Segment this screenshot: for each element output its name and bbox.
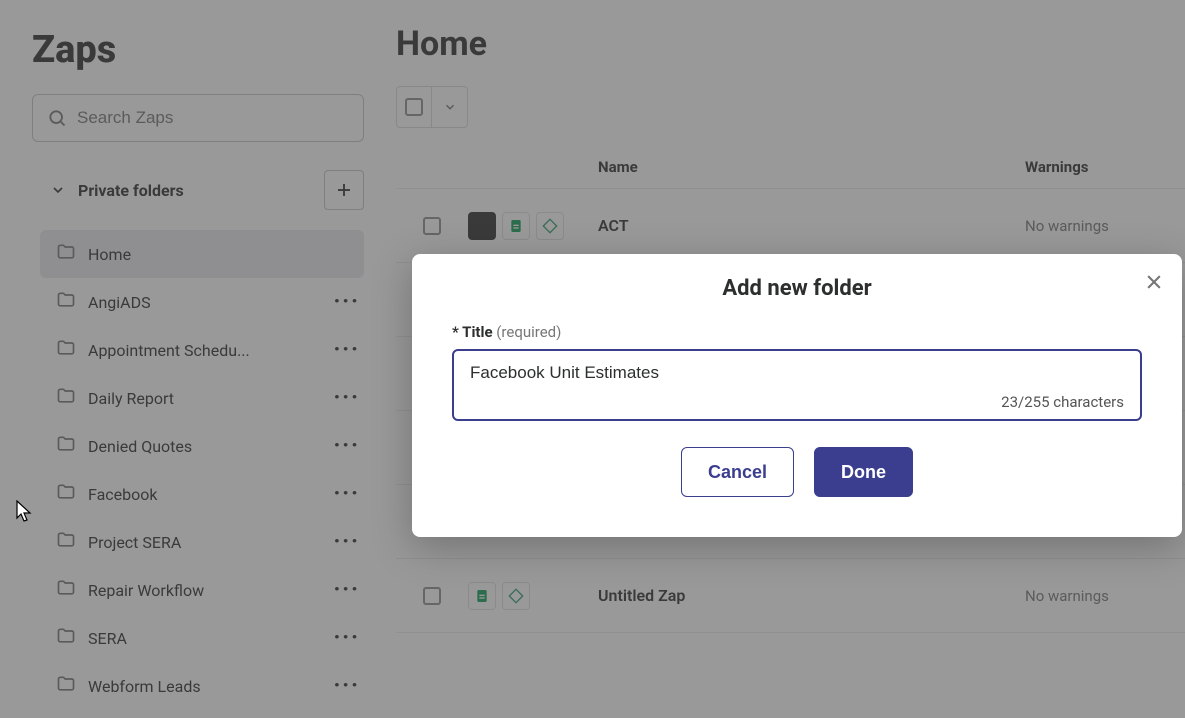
add-folder-modal: Add new folder * Title (required) 23/255… xyxy=(412,254,1182,537)
title-field-wrap[interactable]: 23/255 characters xyxy=(452,349,1142,421)
modal-title: Add new folder xyxy=(452,276,1142,301)
character-count: 23/255 characters xyxy=(470,393,1124,411)
close-icon xyxy=(1144,272,1164,292)
modal-actions: Cancel Done xyxy=(452,447,1142,497)
close-button[interactable] xyxy=(1144,268,1164,299)
cancel-button[interactable]: Cancel xyxy=(681,447,794,497)
field-label: * Title (required) xyxy=(452,323,1142,341)
done-button[interactable]: Done xyxy=(814,447,913,497)
modal-overlay: Add new folder * Title (required) 23/255… xyxy=(0,0,1185,718)
field-label-required: (required) xyxy=(496,323,561,341)
title-input[interactable] xyxy=(470,363,1124,383)
field-label-prefix: * Title xyxy=(452,323,493,341)
